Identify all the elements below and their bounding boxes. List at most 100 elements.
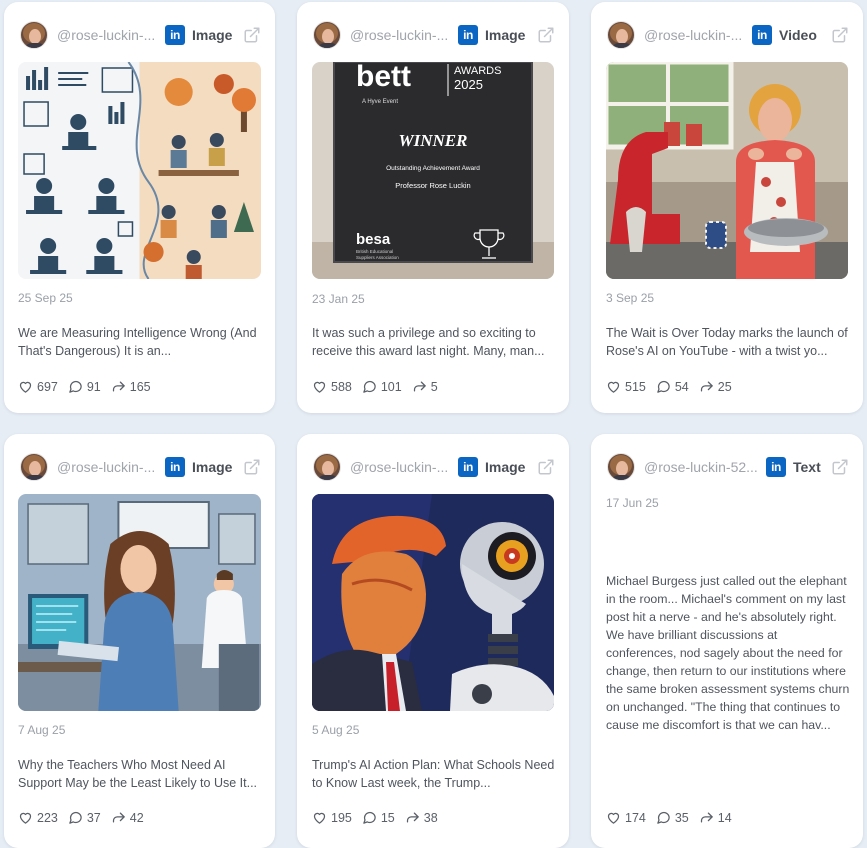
comments-count: 37 — [86, 810, 101, 825]
card-header: @rose-luckin-... in Image — [20, 451, 261, 483]
shares-count: 25 — [717, 379, 732, 394]
avatar[interactable] — [20, 21, 48, 49]
linkedin-icon: in — [165, 457, 185, 477]
post-image[interactable] — [312, 494, 554, 711]
post-image[interactable] — [18, 494, 261, 711]
share-icon — [112, 381, 125, 392]
comments-stat: 101 — [362, 379, 402, 394]
shares-stat: 25 — [699, 379, 732, 394]
illustration-politician-robot — [312, 494, 554, 711]
external-link-icon[interactable] — [831, 26, 849, 44]
author-handle[interactable]: @rose-luckin-... — [57, 27, 161, 43]
external-link-icon[interactable] — [537, 26, 555, 44]
shares-count: 42 — [129, 810, 144, 825]
external-link-icon[interactable] — [537, 458, 555, 476]
comment-icon — [363, 811, 376, 824]
heart-icon — [313, 381, 326, 393]
avatar[interactable] — [20, 453, 48, 481]
engagement-stats: 515 54 25 — [606, 379, 742, 394]
post-date: 25 Sep 25 — [18, 291, 73, 305]
award-photo: bett AWARDS 2025 A Hyve Event WINNER Out… — [312, 62, 554, 279]
besa-sub1: British Educational — [356, 249, 393, 254]
shares-stat: 14 — [699, 810, 732, 825]
heart-icon — [313, 812, 326, 824]
card-header: @rose-luckin-... in Image — [313, 19, 555, 51]
avatar[interactable] — [313, 453, 341, 481]
author-handle[interactable]: @rose-luckin-... — [644, 27, 748, 43]
video-thumbnail[interactable] — [606, 62, 848, 279]
comment-icon — [657, 380, 670, 393]
post-card[interactable]: @rose-luckin-... in Video 3 Sep 25 The W… — [591, 2, 863, 413]
post-excerpt[interactable]: Trump's AI Action Plan: What Schools Nee… — [312, 756, 557, 792]
likes-count: 515 — [625, 379, 646, 394]
post-date: 23 Jan 25 — [312, 292, 365, 306]
avatar[interactable] — [607, 21, 635, 49]
avatar[interactable] — [607, 453, 635, 481]
author-handle[interactable]: @rose-luckin-... — [350, 27, 454, 43]
post-card[interactable]: @rose-luckin-... in Image 5 Aug 25 Trump… — [297, 434, 569, 848]
author-handle[interactable]: @rose-luckin-... — [57, 459, 161, 475]
post-image[interactable] — [18, 62, 261, 279]
engagement-stats: 588 101 5 — [312, 379, 448, 394]
shares-count: 38 — [423, 810, 438, 825]
share-icon — [700, 812, 713, 823]
award-name: Outstanding Achievement Award — [386, 165, 480, 172]
post-excerpt[interactable]: Why the Teachers Who Most Need AI Suppor… — [18, 756, 263, 792]
comments-count: 101 — [380, 379, 402, 394]
post-type-label: Image — [485, 459, 526, 475]
share-icon — [406, 812, 419, 823]
awards-label: AWARDS — [454, 65, 501, 77]
likes-stat: 174 — [606, 810, 646, 825]
post-card[interactable]: @rose-luckin-... in Image bett AWARDS 20… — [297, 2, 569, 413]
card-header: @rose-luckin-... in Video — [607, 19, 849, 51]
engagement-stats: 174 35 14 — [606, 810, 742, 825]
post-card[interactable]: @rose-luckin-... in Image 25 Sep 25 We a… — [4, 2, 275, 413]
external-link-icon[interactable] — [243, 458, 261, 476]
post-image[interactable]: bett AWARDS 2025 A Hyve Event WINNER Out… — [312, 62, 554, 279]
winner-name: Professor Rose Luckin — [395, 181, 470, 190]
post-date: 7 Aug 25 — [18, 723, 66, 737]
comment-icon — [69, 811, 82, 824]
post-type-label: Image — [485, 27, 526, 43]
heart-icon — [19, 381, 32, 393]
linkedin-icon: in — [752, 25, 772, 45]
comments-stat: 37 — [68, 810, 101, 825]
winner-label: WINNER — [399, 131, 468, 150]
bett-logo-text: bett — [356, 62, 411, 93]
card-header: @rose-luckin-52... in Text — [607, 451, 849, 483]
engagement-stats: 223 37 42 — [18, 810, 154, 825]
post-date: 3 Sep 25 — [606, 291, 655, 305]
likes-count: 174 — [625, 810, 646, 825]
post-excerpt[interactable]: We are Measuring Intelligence Wrong (And… — [18, 324, 263, 360]
event-label: A Hyve Event — [362, 99, 398, 105]
shares-stat: 38 — [405, 810, 438, 825]
author-handle[interactable]: @rose-luckin-52... — [644, 459, 762, 475]
post-date: 17 Jun 25 — [606, 496, 659, 510]
linkedin-icon: in — [766, 457, 786, 477]
comments-stat: 91 — [68, 379, 101, 394]
post-excerpt[interactable]: It was such a privilege and so exciting … — [312, 324, 557, 360]
external-link-icon[interactable] — [243, 26, 261, 44]
heart-icon — [607, 812, 620, 824]
besa-logo-text: besa — [356, 231, 391, 248]
besa-sub2: Suppliers Association — [356, 255, 399, 260]
shares-count: 5 — [430, 379, 438, 394]
post-type-label: Video — [779, 27, 817, 43]
card-header: @rose-luckin-... in Image — [20, 19, 261, 51]
post-excerpt[interactable]: Michael Burgess just called out the elep… — [606, 572, 851, 734]
post-type-label: Text — [793, 459, 821, 475]
engagement-stats: 697 91 165 — [18, 379, 161, 394]
likes-count: 588 — [331, 379, 352, 394]
heart-icon — [19, 812, 32, 824]
shares-count: 165 — [129, 379, 151, 394]
author-handle[interactable]: @rose-luckin-... — [350, 459, 454, 475]
post-card[interactable]: @rose-luckin-... in Image 7 Aug 25 Why t… — [4, 434, 275, 848]
post-card[interactable]: @rose-luckin-52... in Text 17 Jun 25 Mic… — [591, 434, 863, 848]
linkedin-icon: in — [458, 457, 478, 477]
comment-icon — [363, 380, 376, 393]
avatar[interactable] — [313, 21, 341, 49]
card-header: @rose-luckin-... in Image — [313, 451, 555, 483]
likes-stat: 588 — [312, 379, 352, 394]
external-link-icon[interactable] — [831, 458, 849, 476]
post-excerpt[interactable]: The Wait is Over Today marks the launch … — [606, 324, 851, 360]
